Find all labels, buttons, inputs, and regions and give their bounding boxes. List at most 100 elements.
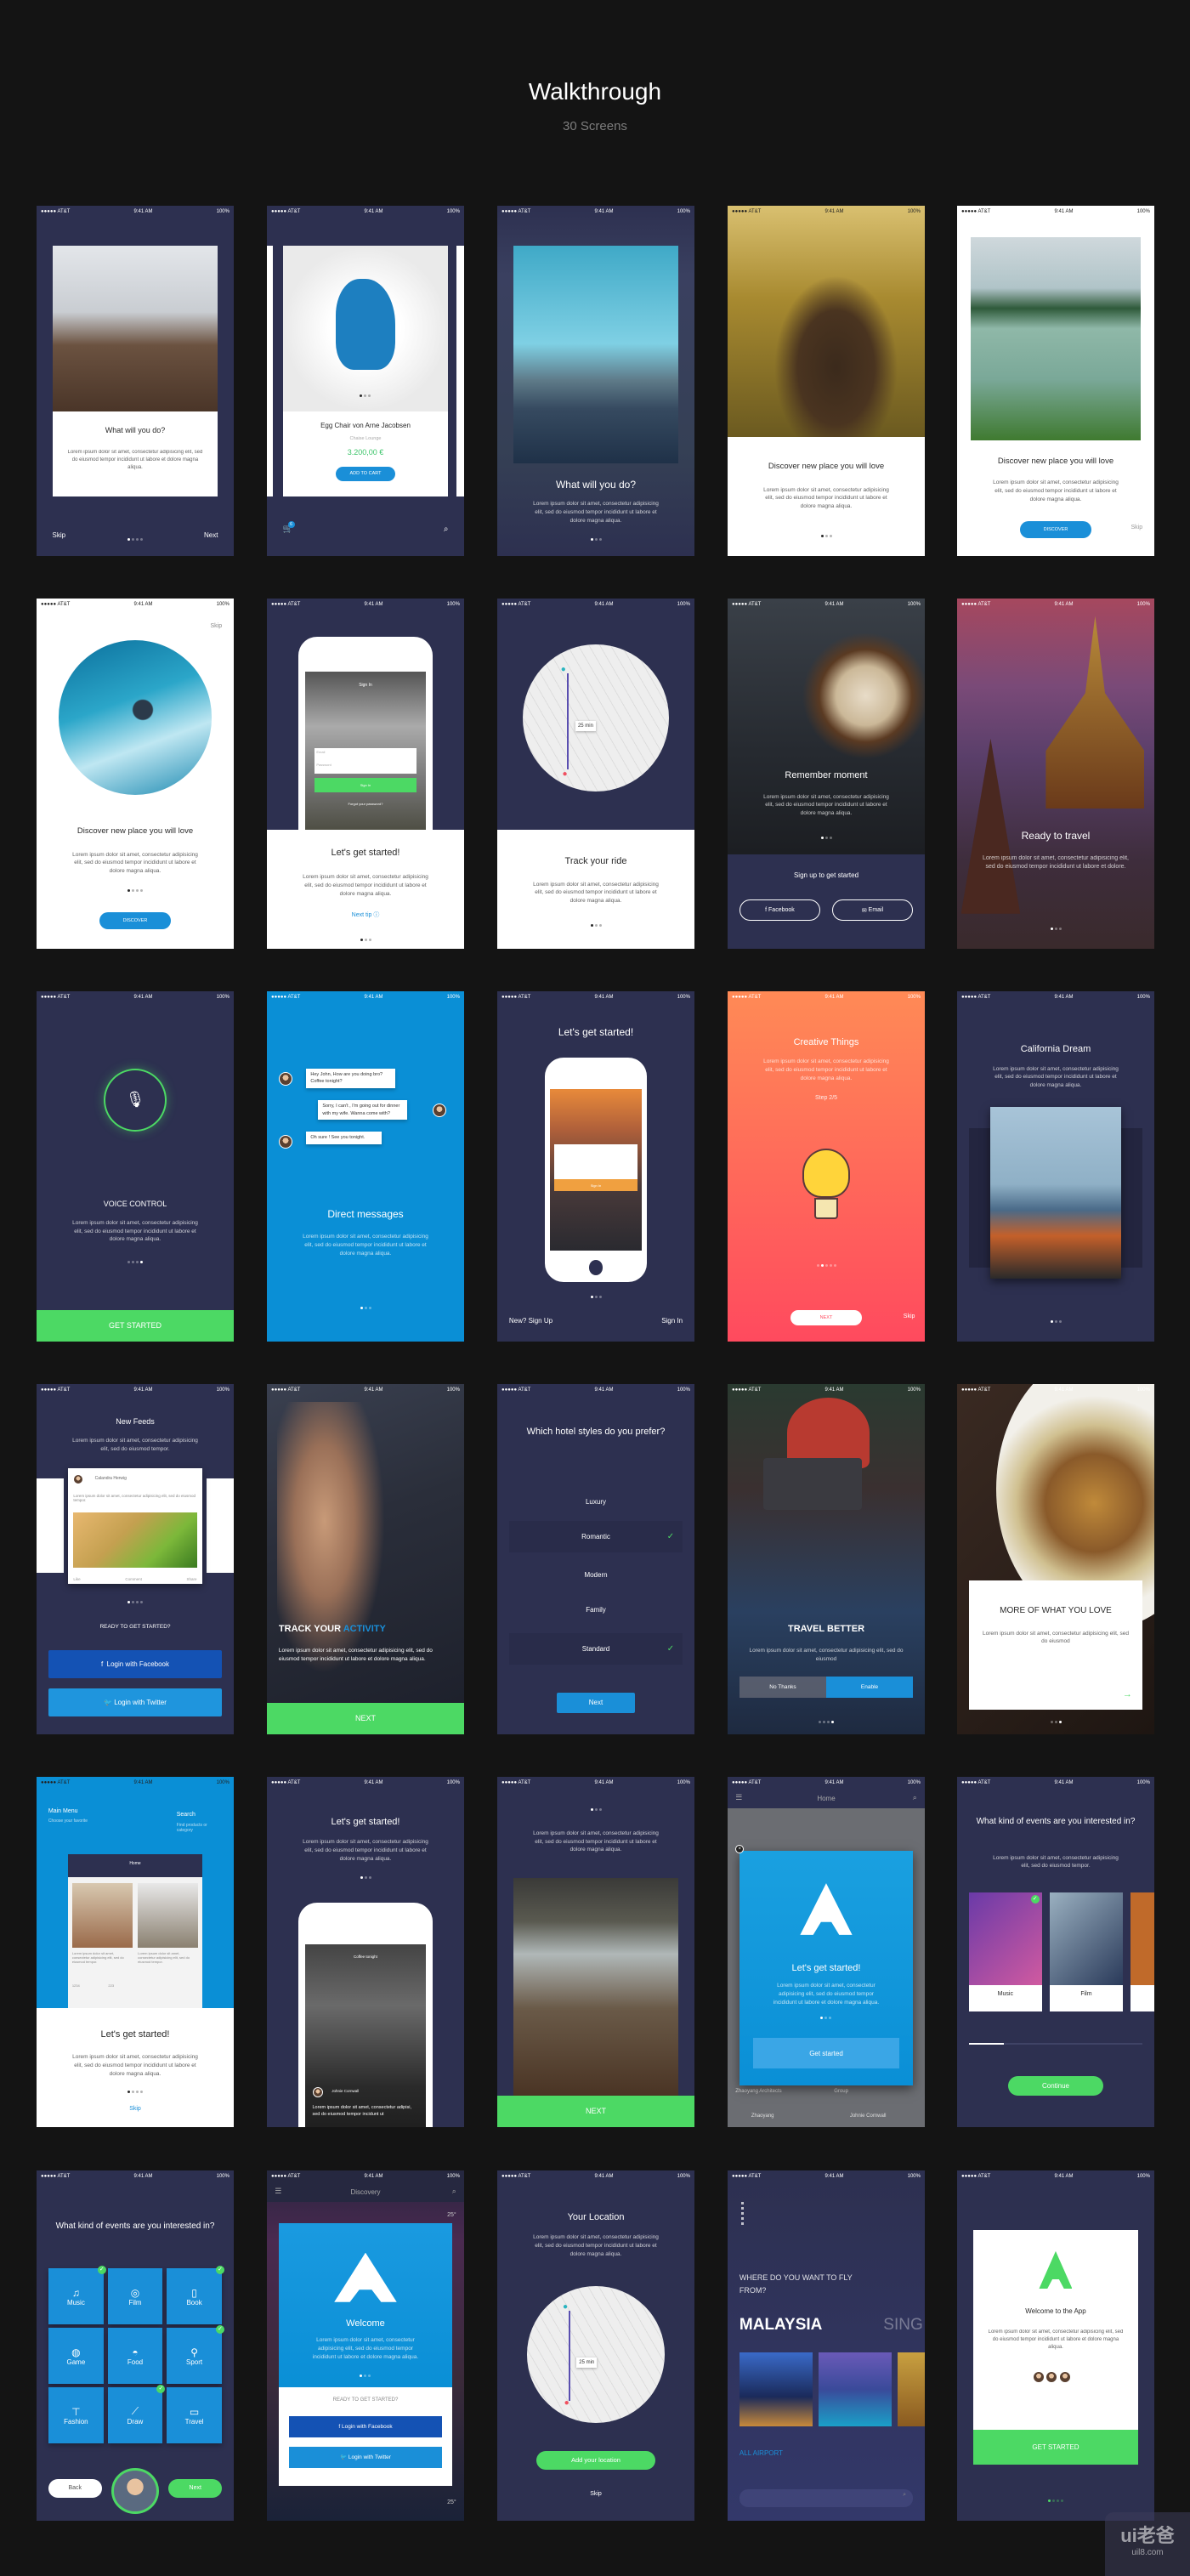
get-started-button[interactable]: Get started [753, 2038, 899, 2069]
search-icon[interactable]: ⌕ [913, 1793, 917, 1802]
add-to-cart-button[interactable]: ADD TO CART [335, 466, 396, 482]
option-luxury[interactable]: Luxury [509, 1485, 683, 1517]
category-film[interactable]: Film [1050, 1892, 1123, 2012]
skip-button[interactable]: Skip [37, 2106, 234, 2112]
skip-button[interactable]: Skip [210, 623, 222, 629]
screen-22: ●●●●● AT&T 9:41 AM 100% Let's get started!… [267, 1777, 464, 2127]
no-thanks-button[interactable]: No Thanks [739, 1677, 826, 1698]
discover-button[interactable]: DISCOVER [1020, 520, 1091, 539]
page-dots[interactable] [267, 1306, 464, 1309]
feed-card[interactable]: Calandra Herwig Lorem ipsum dolor sit am… [68, 1467, 202, 1584]
option-label: Standard [581, 1644, 610, 1653]
category-tile[interactable]: ▭ Travel [167, 2387, 223, 2444]
category-tile[interactable]: ⚲ Sport ✓ [167, 2325, 225, 2385]
category-peek[interactable] [1130, 1892, 1154, 2012]
facebook-login-button[interactable]: f Login with Facebook [48, 1650, 223, 1679]
page-dots[interactable] [957, 1720, 1154, 1723]
page-dots[interactable] [957, 1320, 1154, 1324]
page-dots[interactable] [497, 538, 694, 542]
signup-link[interactable]: New? Sign Up [509, 1317, 552, 1325]
option-family[interactable]: Family [509, 1594, 683, 1626]
all-airport-link[interactable]: ALL AIRPORT [740, 2449, 783, 2457]
page-dots[interactable] [957, 928, 1154, 931]
status-time: 9:41 AM [824, 2174, 844, 2179]
category-tile[interactable]: ◍ Game [48, 2328, 104, 2385]
skip-button[interactable]: Skip [904, 1314, 915, 1319]
page-dots[interactable] [37, 1601, 234, 1604]
airport-photo[interactable] [897, 2352, 925, 2426]
option-standard[interactable]: Standard ✓ [508, 1632, 683, 1665]
page-dots[interactable] [37, 1261, 234, 1264]
arrow-right-icon[interactable]: → [1123, 1689, 1132, 1699]
next-button[interactable]: Next [556, 1692, 636, 1714]
share-button[interactable]: Share [187, 1577, 197, 1581]
page-dots[interactable] [728, 837, 925, 840]
option-romantic[interactable]: Romantic ✓ [508, 1520, 683, 1552]
like-button[interactable]: Like [73, 1577, 80, 1581]
airport-photo[interactable] [739, 2352, 813, 2426]
page-dots[interactable] [267, 938, 464, 941]
facebook-button[interactable]: f Facebook [739, 899, 821, 922]
signin-link[interactable]: Sign In [661, 1317, 683, 1325]
search-icon[interactable]: ⌕ [444, 525, 449, 534]
next-button[interactable]: NEXT [497, 2095, 694, 2127]
screen-4: ●●●●● AT&T 9:41 AM 100% Discover new place… [728, 206, 925, 556]
password-field[interactable]: Password [314, 761, 416, 775]
discover-button[interactable]: DISCOVER [99, 911, 171, 930]
page-dots[interactable] [728, 1264, 925, 1268]
comment-button[interactable]: Comment [125, 1577, 142, 1581]
product-card[interactable]: Egg Chair von Arne Jacobsen Chaise Loung… [282, 246, 449, 496]
page-dots[interactable] [279, 2374, 452, 2377]
status-carrier: ●●●●● AT&T [502, 602, 531, 607]
search-icon[interactable]: ⌕ [452, 2187, 456, 2196]
add-location-button[interactable]: Add your location [536, 2450, 655, 2471]
page-dots[interactable] [497, 1296, 694, 1299]
cart-icon[interactable]: 🛒 6 [283, 520, 295, 534]
page-dots[interactable] [267, 1876, 464, 1880]
skip-button[interactable]: Skip [1130, 525, 1142, 531]
mockup-signin-button[interactable]: Sign In [314, 777, 416, 792]
country-current[interactable]: MALAYSIA [740, 2316, 822, 2335]
page-dots[interactable] [728, 535, 925, 538]
category-tile[interactable]: ♫ Music ✓ [48, 2266, 106, 2325]
country-next[interactable]: SING [883, 2316, 922, 2335]
image-dots[interactable] [283, 394, 449, 398]
email-button[interactable]: ✉ Email [831, 899, 914, 922]
forgot-link[interactable]: Forgot your password? [305, 802, 426, 806]
page-dots[interactable] [740, 2017, 913, 2020]
page-dots[interactable] [728, 1720, 925, 1723]
airport-photo[interactable] [818, 2352, 892, 2426]
category-tile[interactable]: ⟋ Draw ✓ [107, 2385, 166, 2444]
category-tile[interactable]: ◎ Film [107, 2268, 163, 2325]
option-modern[interactable]: Modern [509, 1559, 683, 1591]
page-dots[interactable] [497, 1808, 694, 1812]
twitter-login-button[interactable]: 🐦 Login with Twitter [48, 1688, 223, 1717]
page-dots[interactable] [497, 924, 694, 928]
mic-button[interactable]: 🎙 [103, 1068, 167, 1132]
category-tile[interactable]: ⊤ Fashion [48, 2387, 104, 2444]
get-started-button[interactable]: GET STARTED [37, 1309, 234, 1342]
back-button[interactable]: Back [48, 2478, 102, 2499]
email-field[interactable]: Email [314, 748, 416, 762]
next-button[interactable]: NEXT [267, 1702, 464, 1734]
category-music[interactable]: ✓ Music [968, 1892, 1042, 2012]
category-tile[interactable]: ▯ Book ✓ [167, 2266, 225, 2325]
next-button[interactable]: Next [168, 2478, 223, 2499]
get-started-button[interactable]: GET STARTED [972, 2429, 1139, 2465]
twitter-login-button[interactable]: 🐦 Login with Twitter [289, 2446, 442, 2469]
facebook-login-button[interactable]: f Login with Facebook [289, 2415, 442, 2438]
next-tip-link[interactable]: Next tip ⓘ [267, 911, 464, 919]
next-button[interactable]: NEXT [790, 1309, 862, 1326]
vertical-page-dots[interactable] [741, 2202, 745, 2227]
page-dots[interactable] [37, 2090, 234, 2093]
phone-mockup: Sign In [544, 1058, 648, 1282]
enable-button[interactable]: Enable [826, 1677, 914, 1698]
page-dots[interactable] [37, 888, 234, 892]
continue-button[interactable]: Continue [1008, 2076, 1103, 2096]
search-bar[interactable]: ⌕ [739, 2488, 914, 2507]
category-tile[interactable]: ◓ Food [107, 2328, 163, 2385]
page-dots[interactable] [957, 2499, 1154, 2503]
next-button[interactable]: Next [204, 531, 218, 539]
tile-label: Book [186, 2298, 202, 2306]
skip-button[interactable]: Skip [497, 2491, 694, 2497]
